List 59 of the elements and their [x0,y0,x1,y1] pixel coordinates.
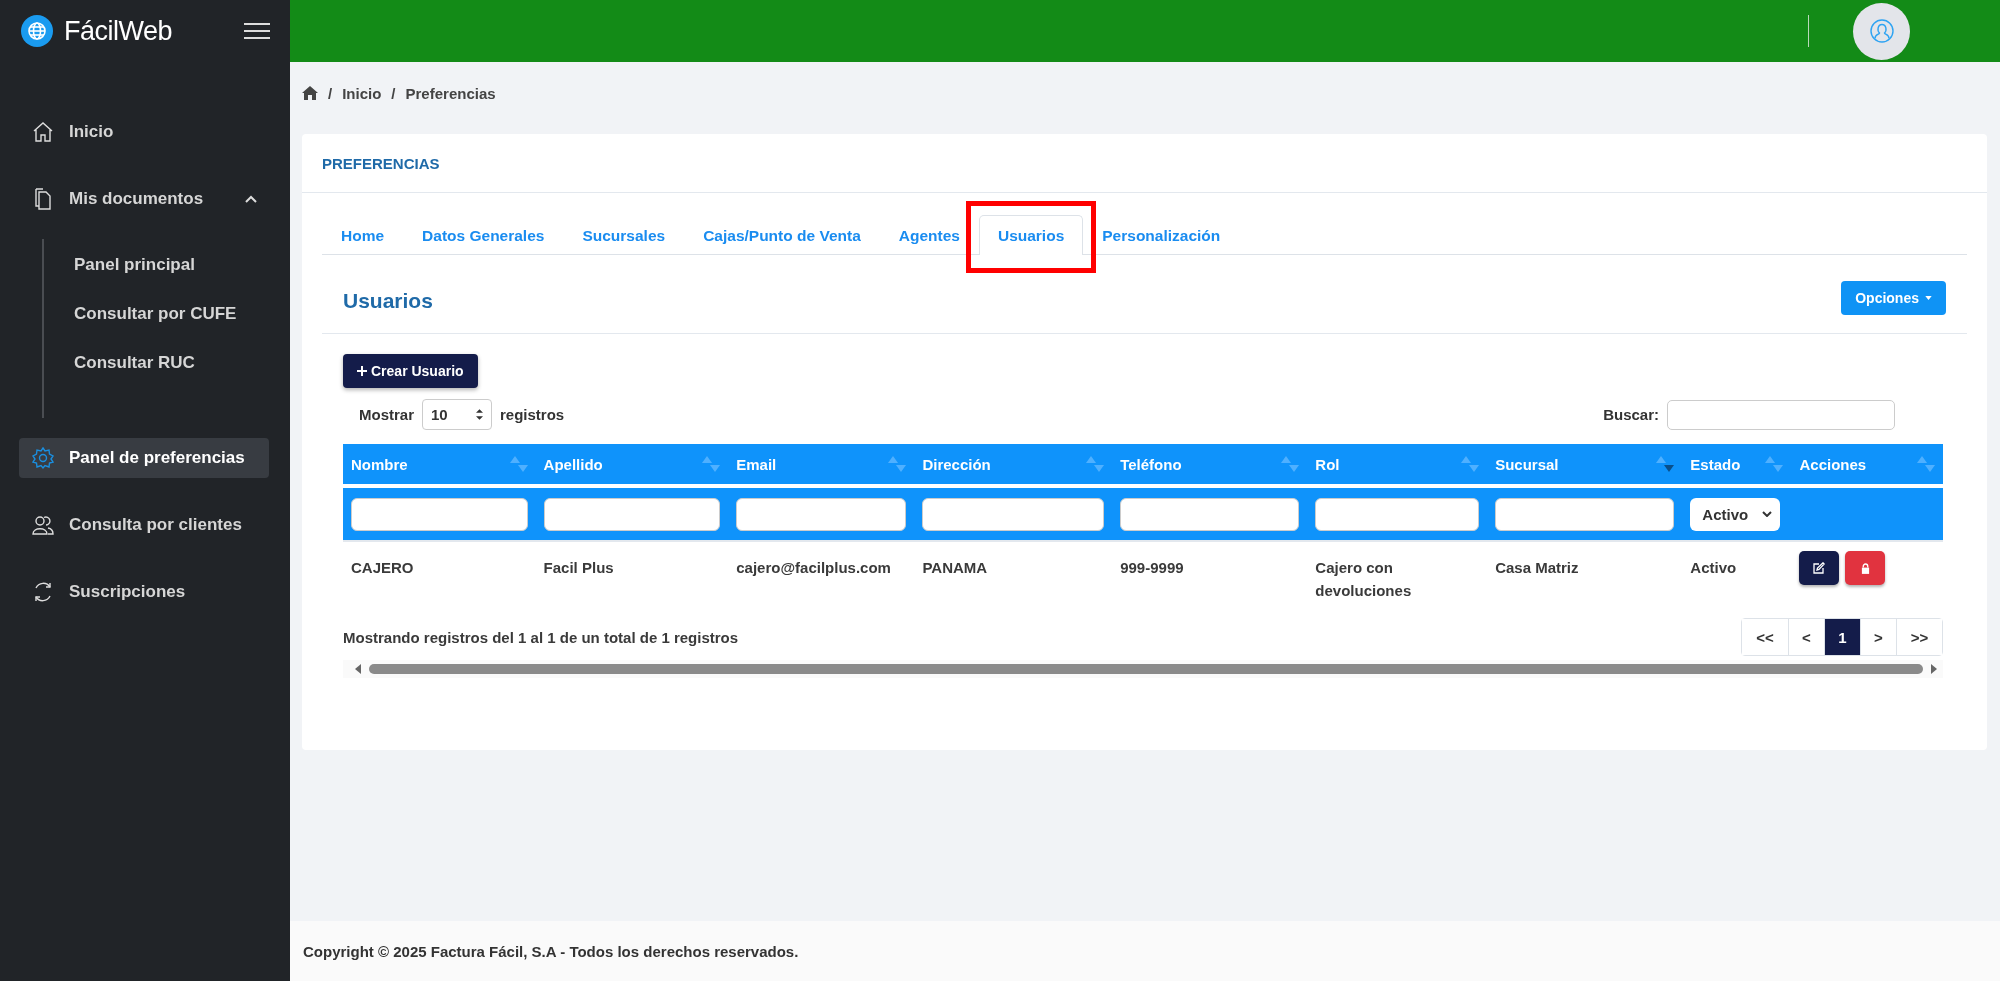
lock-icon [1860,562,1870,574]
show-label: Mostrar [359,406,414,423]
lock-button[interactable] [1845,551,1886,585]
horizontal-scrollbar[interactable] [343,660,1943,678]
breadcrumb-separator: / [391,84,396,102]
table-cell-text: CAJERO [350,558,415,578]
search-field[interactable] [1667,399,1895,430]
plus-icon [357,366,367,376]
house-icon [31,120,55,144]
records-info: Mostrando registros del 1 al 1 de un total de 1 registros [343,628,739,646]
create-user-button[interactable]: Crear Usuario [343,354,478,388]
caret-icon [1925,296,1932,300]
sidebar-item[interactable]: Inicio [19,112,269,152]
sidebar-subitem[interactable]: Consultar por CUFE [74,302,290,325]
card-title: PREFERENCIAS [322,154,440,172]
records-label: registros [500,406,565,423]
column-filter-field[interactable] [351,497,528,531]
pagination-button[interactable]: 1 [1824,619,1860,655]
edit-button[interactable] [1799,551,1840,585]
column-filter-field[interactable] [1120,497,1300,531]
menu-icon[interactable] [244,22,270,40]
sidebar-item[interactable]: Suscripciones [19,572,269,612]
table-cell-text: Casa Matriz [1494,558,1580,578]
sidebar-subitem[interactable]: Consultar RUC [74,351,290,374]
scroll-right-icon[interactable] [1931,664,1937,674]
breadcrumb-separator: / [328,84,333,102]
edit-icon [1813,562,1826,574]
column-filter-field[interactable] [1315,497,1480,531]
brand-name: FácilWeb [64,15,174,47]
sidebar-item[interactable]: Consulta por clientes [19,505,269,545]
column-filter-field[interactable] [736,497,907,531]
users-icon [31,513,55,537]
pagination-button[interactable]: >> [1896,619,1942,655]
copyright-text: Copyright © 2025 Factura Fácil, S.A - Todos los derechos reservados. [303,942,799,960]
status-filter-select[interactable]: Activo [1690,497,1781,531]
search-label: Buscar: [1603,406,1659,423]
chevron-down-icon [1762,511,1773,517]
sidebar-subitem[interactable]: Panel principal [74,253,290,276]
sidebar-item[interactable]: Panel de preferencias [19,438,269,478]
column-filter-field[interactable] [543,497,721,531]
avatar[interactable] [1853,2,1910,60]
table-cell-text: Facil Plus [542,558,615,578]
column-filter-field[interactable] [922,497,1105,531]
gear-icon [31,446,55,470]
spinner-arrows-icon [476,409,483,420]
home-icon[interactable] [302,86,318,100]
breadcrumb-link[interactable]: Inicio [342,84,382,102]
section-title: Usuarios [343,288,433,313]
table-cell-text: Cajero con devoluciones [1314,558,1413,601]
table-cell-text: Activo [1689,558,1738,578]
sidebar-item[interactable]: Mis documentos [19,179,269,219]
globe-logo-icon [20,14,54,48]
user-icon [1869,19,1894,43]
page-size-select[interactable]: 10 [422,399,492,430]
column-filter-field[interactable] [1495,497,1675,531]
table-cell-text: PANAMA [921,558,989,578]
table-cell-text: 999-9999 [1119,558,1185,578]
table-cell-text: cajero@facilplus.com [735,558,892,578]
scroll-left-icon[interactable] [355,664,361,674]
